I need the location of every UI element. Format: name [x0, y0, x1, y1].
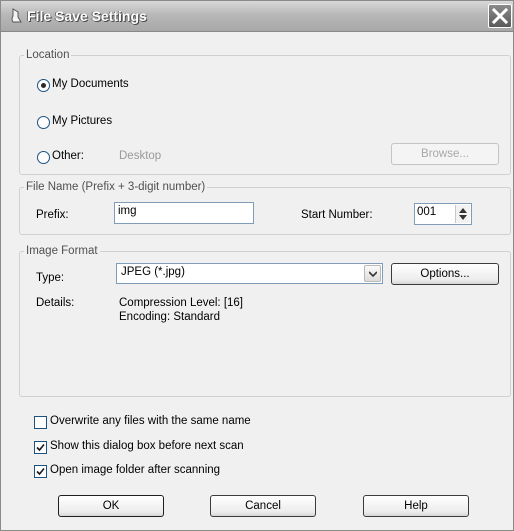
browse-button-label: Browse...: [421, 148, 469, 160]
title-bar[interactable]: File Save Settings: [1, 1, 513, 32]
file-name-legend: File Name (Prefix + 3-digit number): [26, 181, 206, 193]
cancel-button-label: Cancel: [245, 500, 281, 512]
open-folder-checkbox[interactable]: [34, 465, 47, 478]
other-label[interactable]: Other:: [52, 150, 84, 162]
details-label: Details:: [36, 297, 75, 309]
my-documents-label[interactable]: My Documents: [52, 78, 129, 90]
type-selected-value: JPEG (*.jpg): [121, 266, 185, 278]
type-select[interactable]: JPEG (*.jpg): [116, 263, 383, 284]
other-folder-path: Desktop: [119, 150, 162, 162]
type-dropdown-button[interactable]: [364, 265, 381, 282]
type-label: Type:: [36, 272, 65, 284]
prefix-input[interactable]: img: [114, 202, 254, 224]
close-icon: [491, 7, 509, 25]
close-button[interactable]: [488, 4, 512, 28]
overwrite-label[interactable]: Overwrite any files with the same name: [50, 415, 251, 427]
prefix-label: Prefix:: [36, 209, 69, 221]
location-legend: Location: [26, 49, 70, 61]
image-format-legend: Image Format: [26, 245, 98, 257]
my-pictures-label[interactable]: My Pictures: [52, 115, 112, 127]
help-button-label: Help: [404, 500, 428, 512]
window-title: File Save Settings: [27, 8, 147, 24]
my-pictures-radio[interactable]: [37, 116, 50, 129]
overwrite-checkbox[interactable]: [34, 416, 47, 429]
ok-button-label: OK: [102, 500, 120, 512]
checkmark-icon: [36, 443, 45, 452]
compression-level-text: Compression Level: [16]: [119, 297, 244, 309]
scanner-app-icon: [9, 8, 23, 24]
checkmark-icon: [36, 467, 45, 476]
start-number-label: Start Number:: [301, 209, 373, 221]
chevron-down-icon: [369, 271, 377, 277]
cancel-button[interactable]: Cancel: [210, 495, 316, 517]
help-button[interactable]: Help: [363, 495, 469, 517]
prefix-value: img: [118, 205, 137, 217]
options-button[interactable]: Options...: [391, 263, 499, 285]
open-folder-label[interactable]: Open image folder after scanning: [50, 464, 220, 476]
browse-button[interactable]: Browse...: [391, 143, 499, 165]
encoding-text: Encoding: Standard: [119, 311, 221, 323]
spin-buttons[interactable]: [455, 205, 470, 223]
spin-down-icon[interactable]: [459, 215, 467, 220]
start-number-stepper[interactable]: 001: [414, 203, 472, 225]
spin-up-icon[interactable]: [459, 208, 467, 213]
my-documents-radio[interactable]: [37, 79, 50, 92]
show-dialog-checkbox[interactable]: [34, 441, 47, 454]
start-number-value: 001: [417, 206, 437, 218]
show-dialog-label[interactable]: Show this dialog box before next scan: [50, 440, 244, 452]
other-radio[interactable]: [37, 151, 50, 164]
options-button-label: Options...: [420, 268, 470, 280]
file-save-settings-dialog: File Save Settings Location My Documents…: [0, 0, 514, 531]
ok-button[interactable]: OK: [58, 495, 164, 517]
